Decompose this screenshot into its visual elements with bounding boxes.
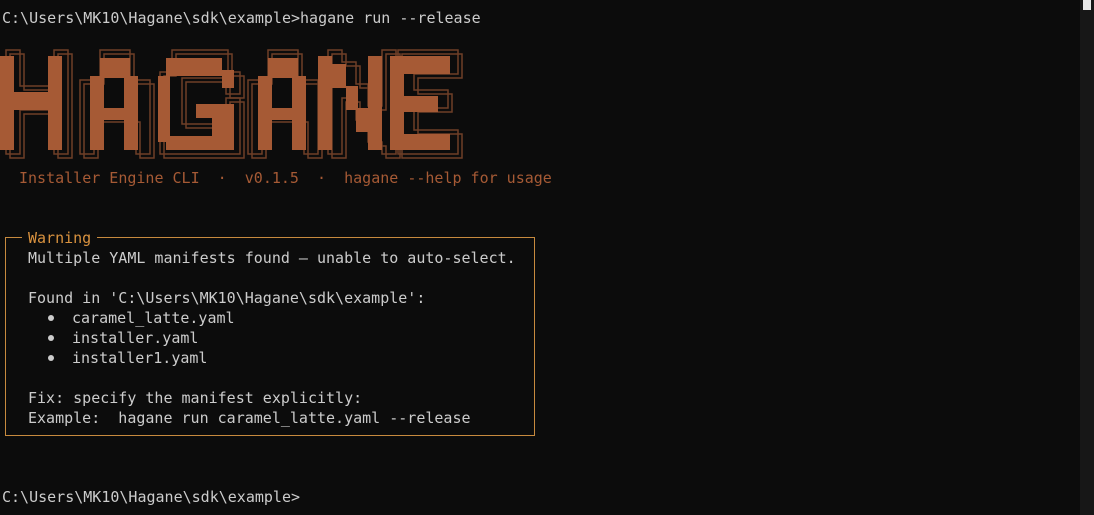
manifest-file-name: installer.yaml [72,329,199,347]
bullet-icon [48,354,54,361]
bullet-icon [48,314,54,321]
command-line: C:\Users\MK10\Hagane\sdk\example>hagane … [2,9,481,27]
vertical-scrollbar[interactable] [1080,0,1094,515]
warning-message: Multiple YAML manifests found — unable t… [28,249,516,267]
list-item: installer.yaml [48,328,198,348]
manifest-file-name: caramel_latte.yaml [72,309,235,327]
list-item: installer1.yaml [48,348,207,368]
list-item: caramel_latte.yaml [48,308,235,328]
found-in-line: Found in 'C:\Users\MK10\Hagane\sdk\examp… [28,289,426,307]
manifest-file-name: installer1.yaml [72,349,208,367]
scrollbar-thumb[interactable] [1083,0,1091,10]
warning-title: Warning [22,228,98,248]
bullet-icon [48,334,54,341]
command-prompt[interactable]: C:\Users\MK10\Hagane\sdk\example> [2,487,300,507]
example-command: Example: hagane run caramel_latte.yaml -… [28,409,471,427]
hagane-logo [0,49,463,159]
fix-instruction: Fix: specify the manifest explicitly: [28,389,363,407]
warning-panel: Warning Multiple YAML manifests found — … [5,228,535,436]
banner-subtitle: Installer Engine CLI · v0.1.5 · hagane -… [19,169,552,187]
